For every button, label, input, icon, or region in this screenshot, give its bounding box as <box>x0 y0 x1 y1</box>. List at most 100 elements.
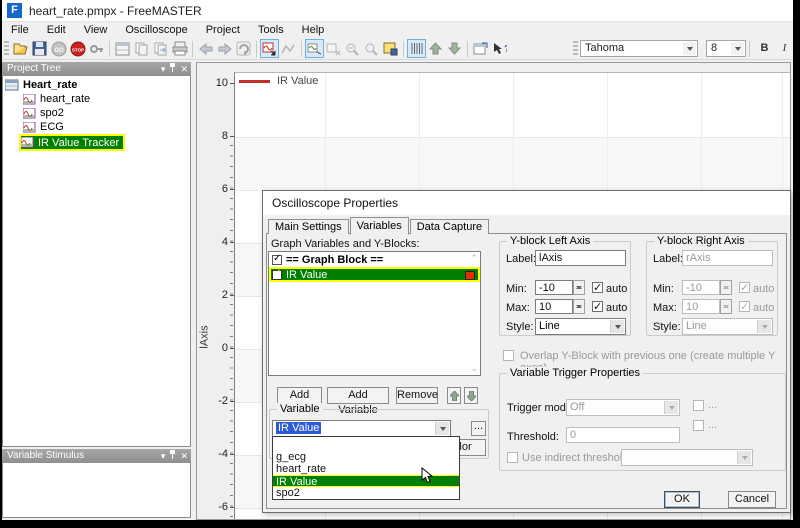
left-axis-max-auto-checkbox[interactable] <box>592 301 603 312</box>
series-color-swatch[interactable] <box>465 271 475 280</box>
menu-project[interactable]: Project <box>197 22 249 38</box>
left-axis-min-input[interactable]: -10 <box>535 280 573 295</box>
chevron-down-icon <box>757 320 771 333</box>
checkbox-checked-icon[interactable] <box>272 270 282 280</box>
save-scope-icon[interactable] <box>381 39 400 58</box>
ok-button[interactable]: OK <box>664 491 700 508</box>
trigger-option-dots-1: ... <box>708 399 717 411</box>
tree-node-spo2[interactable]: spo2 <box>23 106 190 120</box>
scroll-down-icon[interactable]: ⌄ <box>470 363 478 374</box>
dropdown-option-g-ecg[interactable]: g_ecg <box>273 451 459 463</box>
grid-icon[interactable] <box>407 39 426 58</box>
context-help-icon[interactable]: ? <box>490 39 509 58</box>
toolbar-grip <box>573 41 578 57</box>
y-tick: -4 <box>200 448 228 460</box>
left-axis-min-auto-checkbox[interactable] <box>592 282 603 293</box>
right-axis-style-caption: Style: <box>653 321 681 333</box>
add-variable-button[interactable]: Add Variable <box>327 387 389 404</box>
threshold-caption: Threshold: <box>507 431 559 443</box>
dropdown-option-spo2[interactable]: spo2 <box>273 487 459 499</box>
list-row-label: IR Value <box>286 269 327 281</box>
open-icon[interactable] <box>11 39 30 58</box>
panel-close-icon[interactable]: ✕ <box>180 62 188 76</box>
move-down-icon[interactable] <box>445 39 464 58</box>
font-name-combobox[interactable]: Tahoma <box>580 40 698 57</box>
tab-variables[interactable]: Variables <box>350 217 409 235</box>
tree-node-label: IR Value Tracker <box>38 137 119 149</box>
detach-scope-icon[interactable] <box>305 39 324 58</box>
y-tick: -2 <box>200 395 228 407</box>
bold-button[interactable]: B <box>756 40 773 57</box>
move-up-icon[interactable] <box>426 39 445 58</box>
menu-file[interactable]: File <box>2 22 38 38</box>
indirect-threshold-dropdown <box>621 449 753 466</box>
add-block-button[interactable]: Add Block <box>277 387 322 404</box>
legend-series-name: IR Value <box>277 75 318 87</box>
tree-node-ecg[interactable]: ECG <box>23 120 190 134</box>
tree-node-heart-rate[interactable]: heart_rate <box>23 92 190 106</box>
print-icon[interactable] <box>170 39 189 58</box>
panel-close-icon[interactable]: ✕ <box>180 449 188 463</box>
menu-oscilloscope[interactable]: Oscilloscope <box>116 22 196 38</box>
properties-icon[interactable] <box>471 39 490 58</box>
project-panel-icon[interactable] <box>113 39 132 58</box>
menu-help[interactable]: Help <box>293 22 334 38</box>
left-axis-style-dropdown[interactable]: Line <box>535 318 626 335</box>
left-axis-label-input[interactable]: lAxis <box>535 250 626 266</box>
move-row-up-button[interactable] <box>447 387 461 404</box>
go-icon: GO <box>49 39 68 58</box>
window-title: heart_rate.pmpx - FreeMASTER <box>29 4 202 18</box>
freemaster-logo-icon: F <box>7 3 22 18</box>
panel-pin-icon[interactable] <box>169 449 176 463</box>
variable-combobox[interactable]: IR Value <box>272 420 451 437</box>
stop-icon[interactable]: STOP <box>68 39 87 58</box>
list-row-graph-block[interactable]: == Graph Block == <box>269 252 480 267</box>
right-axis-min-spinner <box>720 280 732 295</box>
project-tree-body: Heart_rate heart_rate spo2 ECG IR Value … <box>2 76 191 447</box>
italic-button[interactable]: I <box>776 40 793 57</box>
panel-pin-icon[interactable] <box>169 62 176 76</box>
chevron-down-icon[interactable] <box>610 320 624 333</box>
project-icon <box>5 79 19 91</box>
tab-data-capture[interactable]: Data Capture <box>410 219 489 234</box>
tree-node-root[interactable]: Heart_rate <box>5 78 190 92</box>
scope-icon <box>21 137 34 148</box>
menu-tools[interactable]: Tools <box>249 22 293 38</box>
font-size-combobox[interactable]: 8 <box>706 40 746 57</box>
variable-group-title: Variable <box>277 403 323 415</box>
left-axis-max-input[interactable]: 10 <box>535 299 573 314</box>
move-row-down-button[interactable] <box>464 387 478 404</box>
graph-variables-listbox[interactable]: == Graph Block == IR Value ⌃ ⌄ <box>268 251 481 376</box>
chevron-down-icon[interactable] <box>683 42 696 55</box>
tree-node-label: ECG <box>40 121 64 133</box>
remove-button[interactable]: Remove <box>396 387 438 404</box>
freemaster-window: F heart_rate.pmpx - FreeMASTER File Edit… <box>2 0 793 520</box>
save-icon[interactable] <box>30 39 49 58</box>
tab-main-settings[interactable]: Main Settings <box>268 219 349 234</box>
svg-text:?: ? <box>504 44 507 55</box>
variable-more-button[interactable]: ... <box>471 421 486 436</box>
chevron-down-icon <box>664 401 678 414</box>
panel-collapse-icon[interactable]: ▾ <box>161 449 166 463</box>
panel-collapse-icon[interactable]: ▾ <box>161 62 166 76</box>
list-row-label: == Graph Block == <box>286 254 383 266</box>
menu-edit[interactable]: Edit <box>38 22 75 38</box>
cancel-button[interactable]: Cancel <box>728 491 776 508</box>
left-axis-max-spinner[interactable] <box>573 299 585 314</box>
menu-view[interactable]: View <box>75 22 117 38</box>
checkbox-checked-icon[interactable] <box>272 255 282 265</box>
dropdown-option-empty[interactable] <box>273 437 459 451</box>
scroll-up-icon[interactable]: ⌃ <box>470 253 478 264</box>
dialog-title-bar[interactable]: Oscilloscope Properties <box>263 191 790 215</box>
left-axis-min-spinner[interactable] <box>573 280 585 295</box>
oscilloscope-icon[interactable] <box>260 39 279 58</box>
list-row-ir-value[interactable]: IR Value <box>269 267 480 282</box>
variable-stimulus-panel: Variable Stimulus ▾ ✕ <box>2 449 191 518</box>
chevron-down-icon[interactable] <box>731 42 744 55</box>
tree-node-ir-value-tracker[interactable]: IR Value Tracker <box>19 134 125 151</box>
trigger-option-checkbox-2 <box>693 420 704 431</box>
dialog-tabs: Main Settings Variables Data Capture <box>268 216 490 234</box>
toolbar-separator <box>467 41 468 57</box>
chevron-down-icon[interactable] <box>435 422 449 435</box>
overlap-checkbox <box>503 350 514 361</box>
